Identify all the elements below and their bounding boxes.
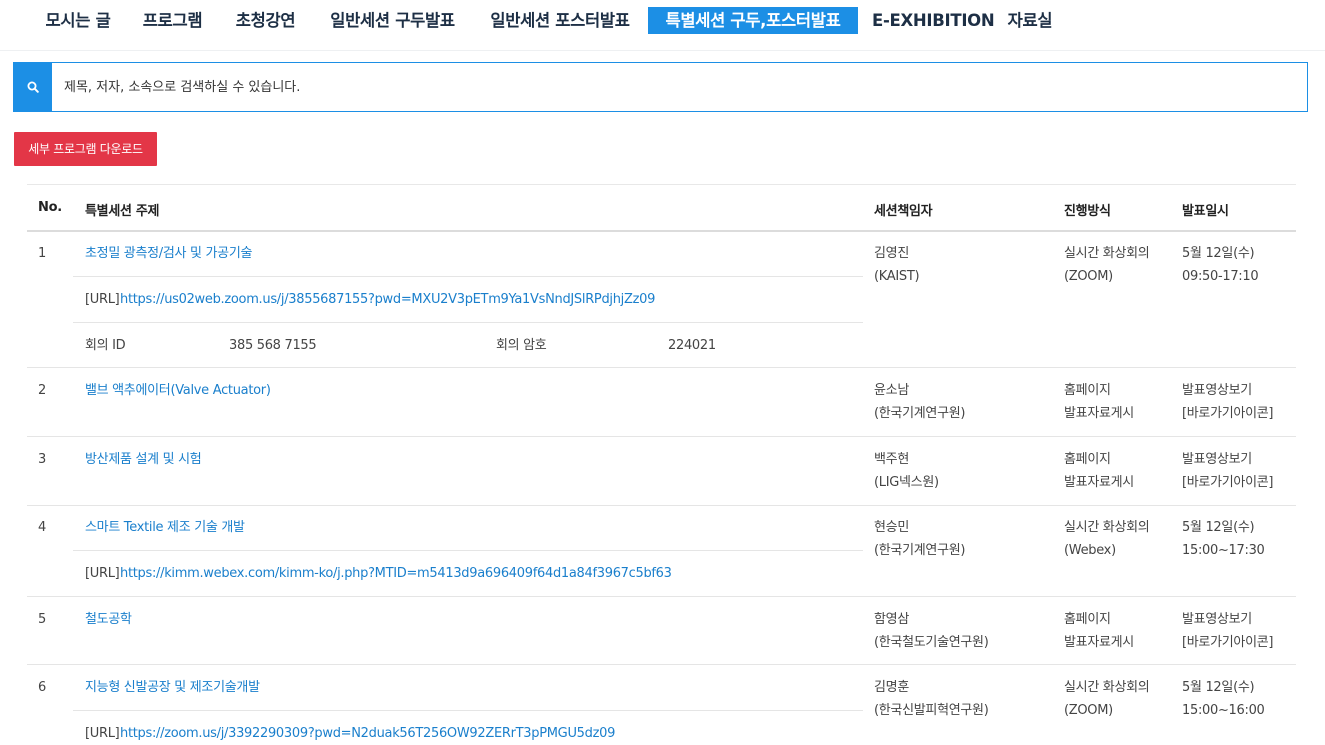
url-label: [URL] — [85, 726, 120, 741]
chair-organization: (한국기계연구원) — [874, 406, 966, 421]
nav-item-resources[interactable]: 자료실 — [1004, 7, 1056, 34]
shortcut-icon-link[interactable]: [바로가기아이콘] — [1182, 471, 1273, 494]
meeting-url-link[interactable]: https://us02web.zoom.us/j/3855687155?pwd… — [120, 288, 655, 311]
session-title-link[interactable]: 지능형 신발공장 및 제조기술개발 — [85, 676, 260, 699]
top-navigation: 모시는 글 프로그램 초청강연 일반세션 구두발표 일반세션 포스터발표 특별세… — [0, 0, 1325, 51]
session-title-link[interactable]: 철도공학 — [85, 608, 132, 631]
row-number: 5 — [38, 612, 46, 627]
header-no: No. — [38, 200, 62, 215]
date-line-1: 5월 12일(수) — [1182, 680, 1255, 695]
nav-item-special-session[interactable]: 특별세션 구두,포스터발표 — [648, 7, 858, 34]
row-divider — [27, 596, 1296, 597]
row-number: 1 — [38, 246, 46, 261]
chair-name: 백주현 — [874, 452, 909, 467]
method-line-1: 실시간 화상회의 — [1064, 680, 1150, 695]
meeting-url-link[interactable]: https://zoom.us/j/3392290309?pwd=N2duak5… — [120, 722, 615, 745]
method-line-1: 실시간 화상회의 — [1064, 520, 1150, 535]
search-input[interactable] — [64, 63, 1264, 111]
watch-video-link[interactable]: 발표영상보기 — [1182, 608, 1252, 631]
method-line-1: 홈페이지 — [1064, 612, 1111, 627]
date-line-1: 5월 12일(수) — [1182, 246, 1255, 261]
method-line-2: 발표자료게시 — [1064, 406, 1134, 421]
date-line-2: 15:00~17:30 — [1182, 543, 1265, 558]
nav-item-general-oral[interactable]: 일반세션 구두발표 — [325, 7, 460, 34]
session-title-link[interactable]: 밸브 액추에이터(Valve Actuator) — [85, 379, 271, 402]
watch-video-link[interactable]: 발표영상보기 — [1182, 379, 1252, 402]
date-line-2: 15:00~16:00 — [1182, 703, 1265, 718]
nav-item-invited-talks[interactable]: 초청강연 — [232, 7, 299, 34]
meeting-url-link[interactable]: https://kimm.webex.com/kimm-ko/j.php?MTI… — [120, 562, 672, 585]
search-icon — [27, 81, 39, 93]
chair-organization: (LIG넥스원) — [874, 475, 939, 490]
method-line-2: (ZOOM) — [1064, 269, 1113, 284]
method-line-2: 발표자료게시 — [1064, 475, 1134, 490]
meeting-password-value: 224021 — [668, 338, 716, 353]
meeting-id-value: 385 568 7155 — [229, 338, 317, 353]
chair-name: 함영삼 — [874, 612, 909, 627]
method-line-2: (Webex) — [1064, 543, 1116, 558]
chair-name: 현승민 — [874, 520, 909, 535]
row-sub-divider — [73, 710, 863, 711]
url-label: [URL] — [85, 566, 120, 581]
meeting-id-label: 회의 ID — [85, 338, 126, 353]
chair-name: 김명훈 — [874, 680, 909, 695]
session-title-link[interactable]: 스마트 Textile 제조 기술 개발 — [85, 516, 245, 539]
method-line-1: 홈페이지 — [1064, 383, 1111, 398]
row-number: 6 — [38, 680, 46, 695]
method-line-2: (ZOOM) — [1064, 703, 1113, 718]
table-top-border — [27, 184, 1296, 185]
search-bar — [13, 62, 1308, 112]
date-line-1: 5월 12일(수) — [1182, 520, 1255, 535]
chair-organization: (한국신발피혁연구원) — [874, 703, 989, 718]
row-divider — [27, 436, 1296, 437]
row-sub-divider — [73, 550, 863, 551]
nav-item-welcome[interactable]: 모시는 글 — [40, 7, 116, 34]
header-topic: 특별세션 주제 — [85, 204, 160, 219]
download-program-button[interactable]: 세부 프로그램 다운로드 — [14, 132, 157, 166]
chair-organization: (KAIST) — [874, 269, 920, 284]
chair-organization: (한국철도기술연구원) — [874, 635, 989, 650]
header-divider — [27, 230, 1296, 232]
row-divider — [27, 664, 1296, 665]
chair-name: 윤소남 — [874, 383, 909, 398]
row-number: 3 — [38, 452, 46, 467]
meeting-password-label: 회의 암호 — [496, 338, 547, 353]
nav-item-program[interactable]: 프로그램 — [139, 7, 206, 34]
session-title-link[interactable]: 방산제품 설계 및 시험 — [85, 448, 202, 471]
chair-organization: (한국기계연구원) — [874, 543, 966, 558]
shortcut-icon-link[interactable]: [바로가기아이콘] — [1182, 631, 1273, 654]
search-button[interactable] — [13, 62, 52, 112]
shortcut-icon-link[interactable]: [바로가기아이콘] — [1182, 402, 1273, 425]
header-chair: 세션책임자 — [874, 204, 933, 219]
url-label: [URL] — [85, 292, 120, 307]
nav-item-general-poster[interactable]: 일반세션 포스터발표 — [486, 7, 634, 34]
row-number: 2 — [38, 383, 46, 398]
method-line-1: 홈페이지 — [1064, 452, 1111, 467]
row-sub-divider — [73, 276, 863, 277]
row-divider — [27, 505, 1296, 506]
watch-video-link[interactable]: 발표영상보기 — [1182, 448, 1252, 471]
row-number: 4 — [38, 520, 46, 535]
header-date: 발표일시 — [1182, 204, 1229, 219]
nav-item-e-exhibition[interactable]: E-EXHIBITION — [872, 7, 995, 34]
date-line-2: 09:50-17:10 — [1182, 269, 1259, 284]
chair-name: 김영진 — [874, 246, 909, 261]
method-line-2: 발표자료게시 — [1064, 635, 1134, 650]
row-sub-divider — [73, 322, 863, 323]
header-method: 진행방식 — [1064, 204, 1111, 219]
session-title-link[interactable]: 초정밀 광측정/검사 및 가공기술 — [85, 242, 252, 265]
method-line-1: 실시간 화상회의 — [1064, 246, 1150, 261]
row-divider — [27, 367, 1296, 368]
